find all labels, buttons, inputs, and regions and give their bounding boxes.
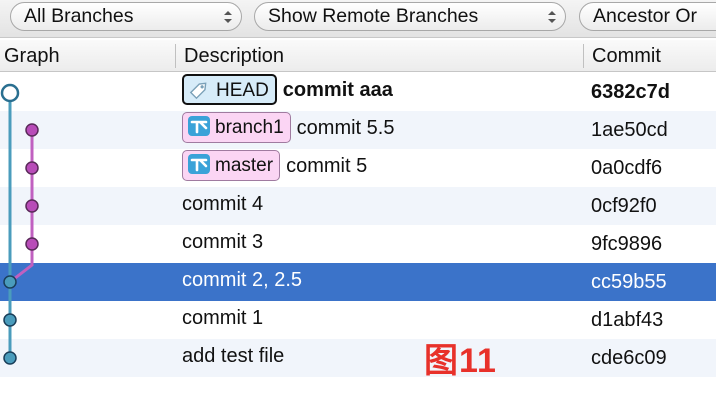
tag-icon xyxy=(189,83,207,100)
commit-hash: cc59b55 xyxy=(591,271,667,293)
graph-node[interactable] xyxy=(3,351,17,365)
column-header-description[interactable]: Description xyxy=(176,40,582,72)
column-header-graph[interactable]: Graph xyxy=(0,40,172,72)
graph-node[interactable] xyxy=(3,313,17,327)
commit-hash: 0a0cdf6 xyxy=(591,157,663,179)
commit-description: HEAD commit aaa xyxy=(182,73,393,111)
figure-label: 图11 xyxy=(424,342,497,380)
column-header-row: Graph Description Commit xyxy=(0,40,716,72)
branches-select[interactable]: All Branches xyxy=(10,2,242,31)
commit-row[interactable]: commit 4 0cf92f0 xyxy=(0,187,716,225)
branches-select-label: All Branches xyxy=(24,5,134,27)
commit-hash: 9fc9896 xyxy=(591,233,663,255)
commit-message: commit aaa xyxy=(282,79,393,101)
commit-graph xyxy=(0,83,39,365)
branch-badge-branch1[interactable]: branch1 xyxy=(182,112,291,143)
ancestor-order-select-label: Ancestor Or xyxy=(593,5,698,27)
head-tag-badge[interactable]: HEAD xyxy=(182,74,277,105)
commit-hash: cde6c09 xyxy=(591,347,667,369)
commit-message: commit 2, 2.5 xyxy=(182,269,303,291)
branch-icon xyxy=(188,116,210,137)
commit-description: branch1 commit 5.5 xyxy=(182,111,394,149)
branch-icon xyxy=(188,154,210,175)
commit-hash: 0cf92f0 xyxy=(591,195,657,217)
graph-node[interactable] xyxy=(25,161,39,175)
graph-node[interactable] xyxy=(25,237,39,251)
branch-badge-label: master xyxy=(215,155,274,176)
commit-message: commit 5 xyxy=(286,155,368,177)
graph-node[interactable] xyxy=(25,123,39,137)
graph-node[interactable] xyxy=(25,199,39,213)
graph-node-head[interactable] xyxy=(0,83,20,103)
commit-message: commit 5.5 xyxy=(296,117,395,139)
commit-hash: 1ae50cd xyxy=(591,119,668,141)
commit-description: master commit 5 xyxy=(182,149,367,187)
chevron-updown-icon xyxy=(224,11,232,23)
branch-badge-label: branch1 xyxy=(215,117,284,138)
remote-branches-select[interactable]: Show Remote Branches xyxy=(254,2,566,31)
commit-row[interactable]: HEAD commit aaa 6382c7d xyxy=(0,73,716,111)
commit-row[interactable]: add test file cde6c09 xyxy=(0,339,716,377)
head-tag-label: HEAD xyxy=(216,80,269,101)
remote-branches-select-label: Show Remote Branches xyxy=(268,5,479,27)
commit-message: commit 3 xyxy=(182,231,264,253)
commit-row[interactable]: branch1 commit 5.5 1ae50cd xyxy=(0,111,716,149)
commit-message: commit 1 xyxy=(182,307,264,329)
commit-hash: d1abf43 xyxy=(591,309,664,331)
commit-message: add test file xyxy=(182,345,285,367)
commit-row[interactable]: master commit 5 0a0cdf6 xyxy=(0,149,716,187)
commit-message: commit 4 xyxy=(182,193,264,215)
ancestor-order-select[interactable]: Ancestor Or xyxy=(579,2,716,31)
graph-node-selected[interactable] xyxy=(3,275,17,289)
toolbar: All Branches Show Remote Branches Ancest… xyxy=(0,0,716,38)
commit-row-selected[interactable]: commit 2, 2.5 cc59b55 xyxy=(0,263,716,301)
chevron-updown-icon xyxy=(548,11,556,23)
commit-row[interactable]: commit 3 9fc9896 xyxy=(0,225,716,263)
column-header-commit[interactable]: Commit xyxy=(584,40,716,72)
branch-badge-master[interactable]: master xyxy=(182,150,281,181)
commit-hash: 6382c7d xyxy=(591,81,670,103)
commit-row[interactable]: commit 1 d1abf43 xyxy=(0,301,716,339)
